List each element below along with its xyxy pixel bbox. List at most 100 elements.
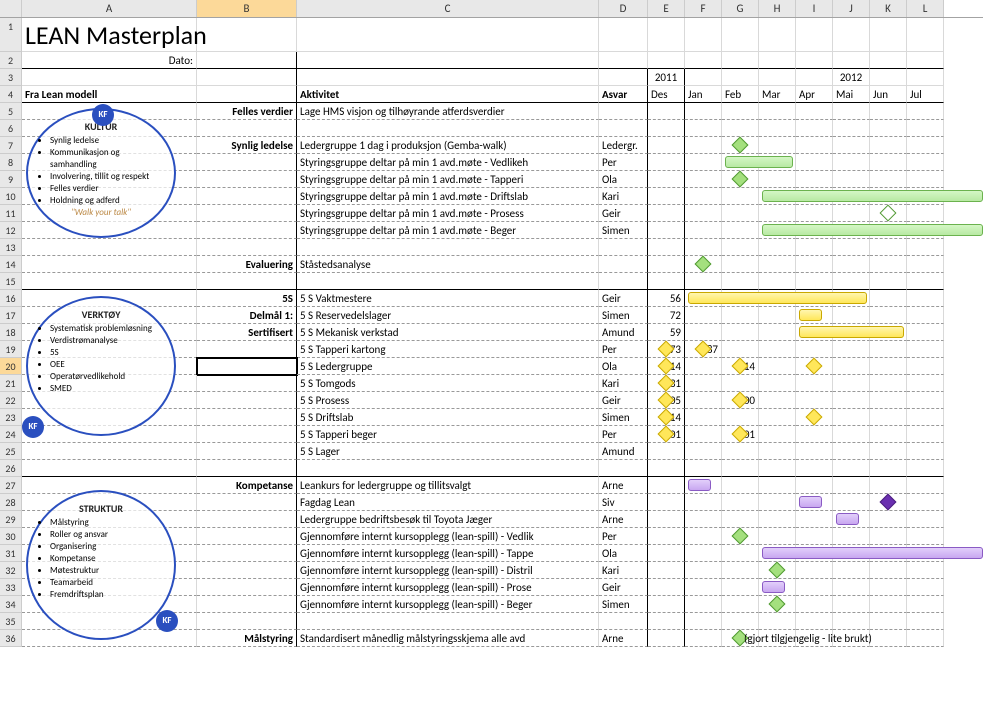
cell-A33[interactable]	[22, 579, 197, 596]
row-18[interactable]: 18Sertifisert5 S Mekanisk verkstadAmund5…	[0, 324, 983, 341]
cell-J26[interactable]	[833, 460, 870, 477]
cell-D9[interactable]: Ola	[599, 171, 648, 188]
cell-E14[interactable]	[648, 256, 685, 273]
cell-G6[interactable]	[722, 120, 759, 137]
cell-I16[interactable]	[796, 290, 833, 307]
cell-I29[interactable]	[796, 511, 833, 528]
cell-A7[interactable]	[22, 137, 197, 154]
cell-I19[interactable]	[796, 341, 833, 358]
cell-F12[interactable]	[685, 222, 722, 239]
cell-H27[interactable]	[759, 477, 796, 494]
cell-F34[interactable]	[685, 596, 722, 613]
row-28[interactable]: 28Fagdag LeanSiv	[0, 494, 983, 511]
cell-K17[interactable]	[870, 307, 907, 324]
cell-F18[interactable]	[685, 324, 722, 341]
cell-E12[interactable]	[648, 222, 685, 239]
cell-H18[interactable]	[759, 324, 796, 341]
cell-A26[interactable]	[22, 460, 197, 477]
cell-L18[interactable]	[907, 324, 944, 341]
cell-E15[interactable]	[648, 273, 685, 290]
row-11[interactable]: 11Styringsgruppe deltar på min 1 avd.møt…	[0, 205, 983, 222]
cell-H12[interactable]	[759, 222, 796, 239]
row-15[interactable]: 15	[0, 273, 983, 290]
cell-H10[interactable]	[759, 188, 796, 205]
row-26[interactable]: 26	[0, 460, 983, 477]
header-mar[interactable]: Mar	[759, 86, 796, 103]
cell-C20[interactable]: 5 S Ledergruppe	[297, 358, 599, 375]
header-apr[interactable]: Apr	[796, 86, 833, 103]
col-header-D[interactable]: D	[599, 0, 648, 17]
cell-J31[interactable]	[833, 545, 870, 562]
cell-G11[interactable]	[722, 205, 759, 222]
row-12[interactable]: 12Styringsgruppe deltar på min 1 avd.møt…	[0, 222, 983, 239]
cell-C11[interactable]: Styringsgruppe deltar på min 1 avd.møte …	[297, 205, 599, 222]
cell-J32[interactable]	[833, 562, 870, 579]
cell-K8[interactable]	[870, 154, 907, 171]
row-29[interactable]: 29Ledergruppe bedriftsbesøk til Toyota J…	[0, 511, 983, 528]
cell-B8[interactable]	[197, 154, 297, 171]
cell-J22[interactable]	[833, 392, 870, 409]
cell-F10[interactable]	[685, 188, 722, 205]
cell-L35[interactable]	[907, 613, 944, 630]
cell-J20[interactable]	[833, 358, 870, 375]
cell-C33[interactable]: Gjennomføre internt kursopplegg (lean-sp…	[297, 579, 599, 596]
cell-F20[interactable]	[685, 358, 722, 375]
cell-L6[interactable]	[907, 120, 944, 137]
row-header-18[interactable]: 18	[0, 324, 22, 341]
cell-D27[interactable]: Arne	[599, 477, 648, 494]
row-9[interactable]: 9Styringsgruppe deltar på min 1 avd.møte…	[0, 171, 983, 188]
cell-K35[interactable]	[870, 613, 907, 630]
cell-A29[interactable]	[22, 511, 197, 528]
cell-E23[interactable]: 114	[648, 409, 685, 426]
cell-D30[interactable]: Per	[599, 528, 648, 545]
row-header-8[interactable]: 8	[0, 154, 22, 171]
cell-L19[interactable]	[907, 341, 944, 358]
cell-C30[interactable]: Gjennomføre internt kursopplegg (lean-sp…	[297, 528, 599, 545]
cell-F35[interactable]	[685, 613, 722, 630]
cell-H35[interactable]	[759, 613, 796, 630]
cell-C21[interactable]: 5 S Tomgods	[297, 375, 599, 392]
cell-I5[interactable]	[796, 103, 833, 120]
cell-D10[interactable]: Kari	[599, 188, 648, 205]
row-25[interactable]: 255 S LagerAmund	[0, 443, 983, 460]
cell-I31[interactable]	[796, 545, 833, 562]
cell-I20[interactable]	[796, 358, 833, 375]
cell-B17[interactable]: Delmål 1:	[197, 307, 297, 324]
cell-H22[interactable]	[759, 392, 796, 409]
cell-I6[interactable]	[796, 120, 833, 137]
cell-F30[interactable]	[685, 528, 722, 545]
cell-J25[interactable]	[833, 443, 870, 460]
cell-J15[interactable]	[833, 273, 870, 290]
cell-L32[interactable]	[907, 562, 944, 579]
cell-E9[interactable]	[648, 171, 685, 188]
cell-I10[interactable]	[796, 188, 833, 205]
cell-C27[interactable]: Leankurs for ledergruppe og tillitsvalgt	[297, 477, 599, 494]
cell-L29[interactable]	[907, 511, 944, 528]
cell-E11[interactable]	[648, 205, 685, 222]
cell-F5[interactable]	[685, 103, 722, 120]
row-3[interactable]: 3 2011 2012	[0, 69, 983, 86]
cell-J19[interactable]	[833, 341, 870, 358]
cell-G23[interactable]	[722, 409, 759, 426]
cell-B21[interactable]	[197, 375, 297, 392]
cell-D25[interactable]: Amund	[599, 443, 648, 460]
cell-K6[interactable]	[870, 120, 907, 137]
row-30[interactable]: 30Gjennomføre internt kursopplegg (lean-…	[0, 528, 983, 545]
row-10[interactable]: 10Styringsgruppe deltar på min 1 avd.møt…	[0, 188, 983, 205]
cell-B33[interactable]	[197, 579, 297, 596]
cell-A16[interactable]	[22, 290, 197, 307]
cell-C10[interactable]: Styringsgruppe deltar på min 1 avd.møte …	[297, 188, 599, 205]
cell-A12[interactable]	[22, 222, 197, 239]
cell-I27[interactable]	[796, 477, 833, 494]
cell-D16[interactable]: Geir	[599, 290, 648, 307]
cell-I26[interactable]	[796, 460, 833, 477]
cell-G25[interactable]	[722, 443, 759, 460]
cell-A27[interactable]	[22, 477, 197, 494]
spreadsheet-grid[interactable]: 1 LEAN Masterplan 2 Dato: 3 2011 2012 4 …	[0, 18, 983, 647]
cell-F21[interactable]	[685, 375, 722, 392]
row-14[interactable]: 14EvalueringStåstedsanalyse	[0, 256, 983, 273]
cell-L36[interactable]	[907, 630, 944, 647]
cell-D11[interactable]: Geir	[599, 205, 648, 222]
cell-B24[interactable]	[197, 426, 297, 443]
cell-K26[interactable]	[870, 460, 907, 477]
